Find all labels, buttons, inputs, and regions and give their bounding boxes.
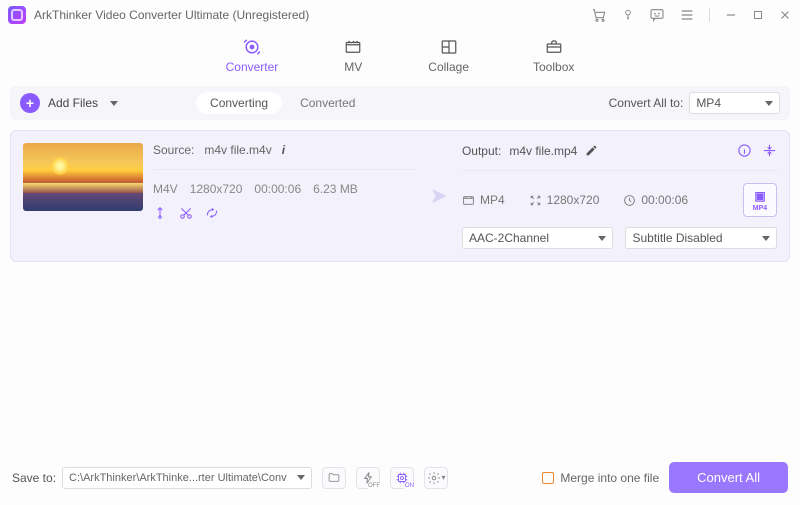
trim-icon[interactable]: [153, 206, 167, 220]
convert-all-button[interactable]: Convert All: [669, 462, 788, 493]
audio-select[interactable]: AAC-2Channel: [462, 227, 614, 249]
chevron-down-icon: [762, 236, 770, 241]
clock-icon: [623, 194, 636, 207]
video-icon: [462, 194, 475, 207]
source-duration: 00:00:06: [254, 182, 301, 196]
app-logo: [8, 6, 26, 24]
settings-button[interactable]: ▾: [424, 467, 448, 489]
source-filename: m4v file.m4v: [204, 143, 271, 157]
format-badge: MP4: [753, 205, 767, 212]
tab-collage[interactable]: Collage: [428, 38, 469, 74]
close-button[interactable]: [778, 8, 792, 22]
toolbar: + Add Files Converting Converted Convert…: [10, 86, 790, 120]
tab-converter[interactable]: Converter: [226, 38, 279, 74]
subtitle-select-value: Subtitle Disabled: [632, 231, 722, 245]
tab-collage-label: Collage: [428, 60, 469, 74]
feedback-icon[interactable]: [649, 7, 665, 23]
arrow-icon: ➤: [426, 183, 452, 209]
minimize-button[interactable]: [724, 8, 738, 22]
gpu-on-badge: ON: [404, 483, 415, 489]
merge-label: Merge into one file: [560, 471, 659, 485]
add-files-button[interactable]: +: [20, 93, 40, 113]
cart-icon[interactable]: [591, 7, 607, 23]
format-profile-button[interactable]: ▣ MP4: [743, 183, 777, 217]
output-format: MP4: [480, 193, 505, 207]
rename-icon[interactable]: [585, 144, 598, 157]
segment-converting[interactable]: Converting: [196, 92, 282, 114]
accel-off-badge: OFF: [367, 483, 381, 489]
checkbox-icon: [542, 472, 554, 484]
tab-mv-label: MV: [344, 60, 362, 74]
key-icon[interactable]: [621, 7, 635, 23]
titlebar: ArkThinker Video Converter Ultimate (Unr…: [0, 0, 800, 30]
mediainfo-icon[interactable]: [737, 143, 752, 158]
tab-mv[interactable]: MV: [342, 38, 364, 74]
gpu-button[interactable]: ON: [390, 467, 414, 489]
main-tabs: Converter MV Collage Toolbox: [0, 30, 800, 86]
add-files-label: Add Files: [48, 96, 98, 110]
source-label: Source:: [153, 143, 194, 157]
tab-converter-label: Converter: [226, 60, 279, 74]
saveto-path[interactable]: C:\ArkThinker\ArkThinke...rter Ultimate\…: [62, 467, 312, 489]
video-thumbnail[interactable]: [23, 143, 143, 211]
app-title: ArkThinker Video Converter Ultimate (Unr…: [34, 8, 583, 22]
tab-toolbox[interactable]: Toolbox: [533, 38, 574, 74]
convert-all-value: MP4: [696, 96, 721, 110]
mv-icon: [342, 38, 364, 56]
info-icon[interactable]: i: [282, 143, 285, 157]
source-size: 6.23 MB: [313, 182, 358, 196]
chevron-down-icon: [598, 236, 606, 241]
compress-icon[interactable]: [762, 143, 777, 158]
toolbox-icon: [543, 38, 565, 56]
menu-icon[interactable]: [679, 7, 695, 23]
convert-all-label: Convert All to:: [609, 96, 684, 110]
source-resolution: 1280x720: [190, 182, 243, 196]
merge-checkbox[interactable]: Merge into one file: [542, 471, 659, 485]
output-resolution: 1280x720: [547, 193, 600, 207]
resolution-icon: [529, 194, 542, 207]
open-folder-button[interactable]: [322, 467, 346, 489]
output-filename: m4v file.mp4: [509, 144, 577, 158]
converter-icon: [241, 38, 263, 56]
cut-icon[interactable]: [179, 206, 193, 220]
saveto-label: Save to:: [12, 471, 56, 485]
maximize-button[interactable]: [752, 9, 764, 21]
convert-all-select[interactable]: MP4: [689, 92, 780, 114]
profile-icon: ▣: [754, 189, 765, 203]
enhance-icon[interactable]: [205, 206, 219, 220]
output-label: Output:: [462, 144, 501, 158]
source-format: M4V: [153, 182, 178, 196]
segment-converted[interactable]: Converted: [286, 92, 369, 114]
bottombar: Save to: C:\ArkThinker\ArkThinke...rter …: [0, 452, 800, 505]
file-item: Source: m4v file.m4v i M4V 1280x720 00:0…: [10, 130, 790, 262]
collage-icon: [438, 38, 460, 56]
add-files-dropdown[interactable]: [110, 101, 118, 106]
chevron-down-icon: [765, 101, 773, 106]
chevron-down-icon: [297, 475, 305, 480]
hardware-accel-button[interactable]: OFF: [356, 467, 380, 489]
subtitle-select[interactable]: Subtitle Disabled: [625, 227, 777, 249]
audio-select-value: AAC-2Channel: [469, 231, 549, 245]
tab-toolbox-label: Toolbox: [533, 60, 574, 74]
saveto-path-text: C:\ArkThinker\ArkThinke...rter Ultimate\…: [69, 472, 287, 484]
output-duration: 00:00:06: [641, 193, 688, 207]
